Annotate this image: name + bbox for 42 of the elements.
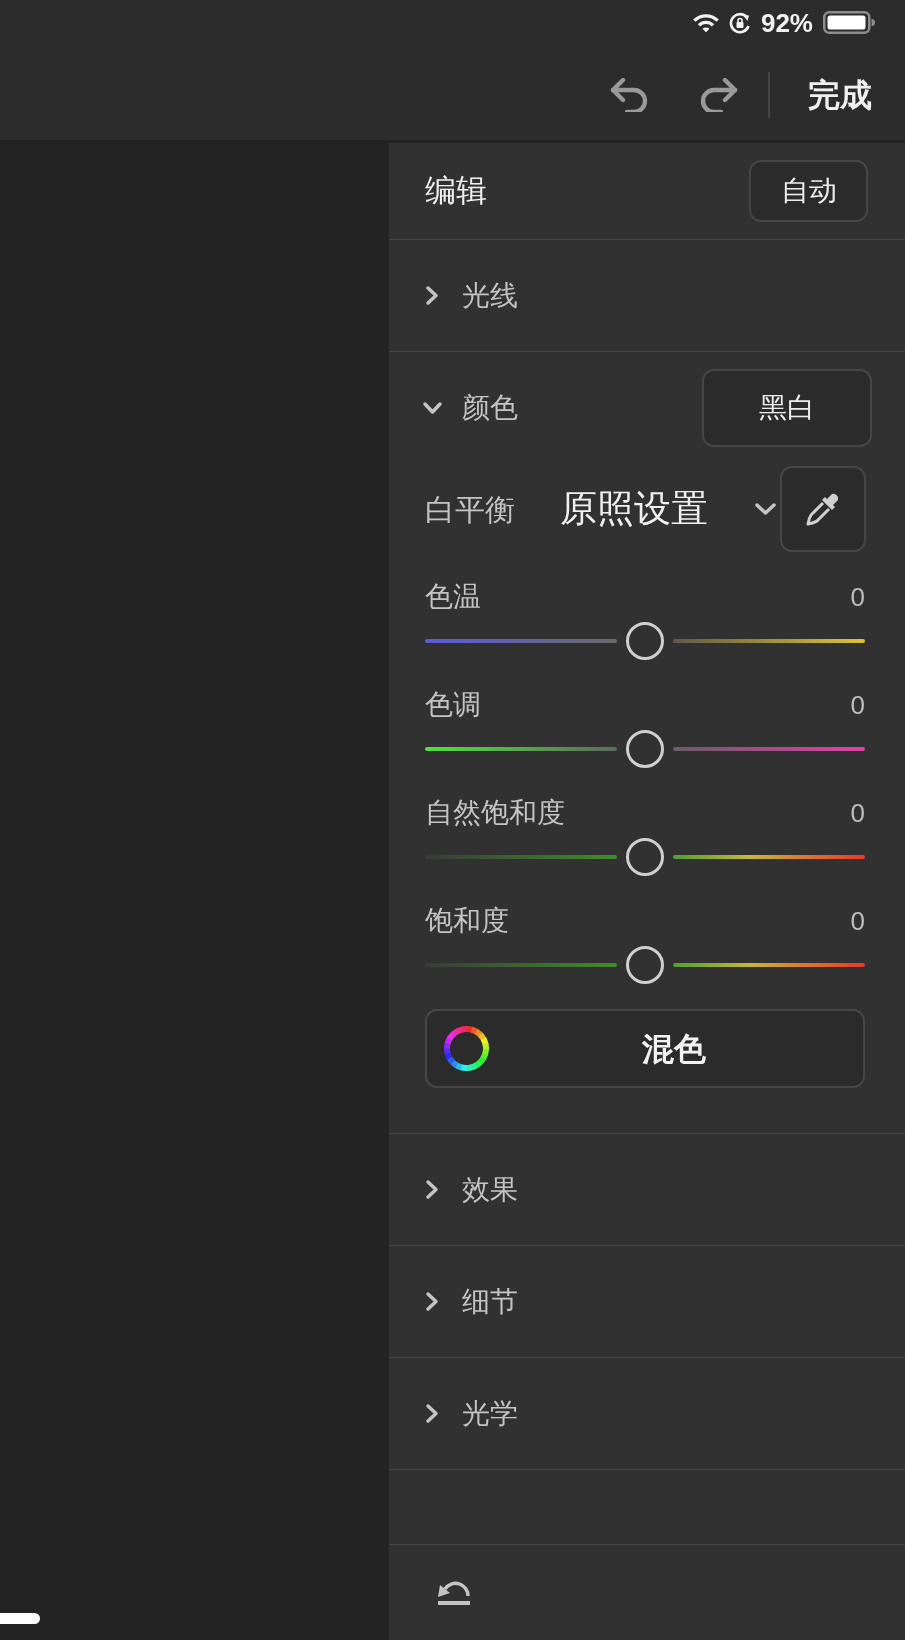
monochrome-button[interactable]: 黑白 <box>702 369 872 447</box>
slider-track[interactable] <box>425 621 865 661</box>
undo-arrow-icon <box>609 77 649 112</box>
section-toggle[interactable]: 光学 <box>421 1396 518 1431</box>
rotation-lock-icon <box>728 11 751 34</box>
auto-button[interactable]: 自动 <box>749 160 868 222</box>
chevron-down-icon <box>754 501 777 517</box>
section-toggle[interactable]: 细节 <box>421 1284 518 1319</box>
slider-value: 0 <box>850 581 865 614</box>
section-toggle[interactable]: 光线 <box>421 278 518 313</box>
slider-track[interactable] <box>425 729 865 769</box>
balance-label: 白平衡 <box>425 491 515 528</box>
section-toggle[interactable]: 效果 <box>421 1172 518 1207</box>
undo-button[interactable] <box>609 77 649 112</box>
slider-value: 0 <box>850 689 865 722</box>
slider-track[interactable] <box>425 837 865 877</box>
redo-button[interactable] <box>699 77 739 112</box>
section-toggle[interactable]: 颜色 <box>421 391 518 425</box>
panel-title: 编辑 <box>425 171 487 210</box>
redo-arrow-icon <box>699 77 739 112</box>
slider-label: 色调 <box>425 688 481 722</box>
slider-thumb[interactable] <box>626 946 664 984</box>
slider-thumb[interactable] <box>626 622 664 660</box>
slider-track[interactable] <box>425 945 865 985</box>
slider-value: 0 <box>850 797 865 830</box>
eyedropper-button[interactable] <box>780 466 866 552</box>
balance-preset-dropdown[interactable]: 原照设置 <box>560 481 777 537</box>
slider-thumb[interactable] <box>626 838 664 876</box>
slider-value: 0 <box>850 905 865 938</box>
color-wheel-icon <box>444 1026 489 1071</box>
slider-label: 饱和度 <box>425 904 509 938</box>
slider-label: 色温 <box>425 580 481 614</box>
mix-button[interactable]: 混色 <box>425 1009 865 1088</box>
slider-thumb[interactable] <box>626 730 664 768</box>
battery-icon <box>823 11 875 34</box>
slider-label: 自然饱和度 <box>425 796 565 830</box>
eyedropper-icon <box>805 491 841 527</box>
revert-icon <box>436 1579 472 1606</box>
home-indicator <box>0 1613 40 1624</box>
revert-button[interactable] <box>436 1579 472 1606</box>
battery-percentage: 92% <box>760 9 813 36</box>
done-button[interactable]: 完成 <box>808 74 872 115</box>
